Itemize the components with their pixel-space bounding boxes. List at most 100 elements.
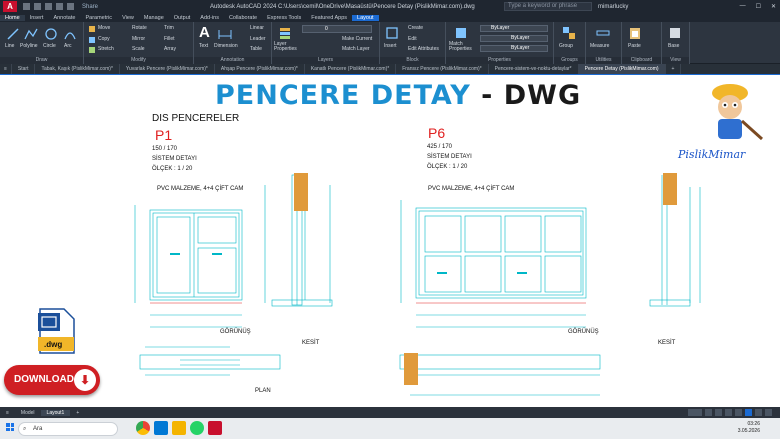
- polar-icon[interactable]: [725, 409, 732, 416]
- osnap-icon[interactable]: [735, 409, 742, 416]
- rotate-button[interactable]: Rotate: [132, 25, 147, 31]
- polyline-icon[interactable]: [24, 27, 38, 41]
- paper-space-icon[interactable]: [688, 409, 702, 416]
- tab-home[interactable]: Home: [0, 14, 25, 21]
- circle-button[interactable]: Circle: [43, 43, 56, 49]
- circle-icon[interactable]: [44, 27, 58, 41]
- redo-icon[interactable]: [67, 3, 74, 10]
- match-properties-button[interactable]: Match Properties: [449, 42, 475, 52]
- line-icon[interactable]: [6, 27, 20, 41]
- doc-tab[interactable]: Pencere-sistem-ve-noktu-detaylar*: [489, 64, 579, 74]
- taskbar-search-input[interactable]: ⌕ Ara: [18, 421, 118, 436]
- download-button[interactable]: DOWNLOAD ⬇: [4, 365, 100, 395]
- group-icon[interactable]: [562, 26, 576, 40]
- tab-collaborate[interactable]: Collaborate: [224, 15, 262, 21]
- system-clock[interactable]: 03:26 3.05.2026: [738, 421, 760, 435]
- whatsapp-icon[interactable]: [190, 421, 204, 435]
- stretch-button[interactable]: Stretch: [98, 46, 114, 52]
- trim-button[interactable]: Trim: [164, 25, 174, 31]
- layer-properties-icon[interactable]: [278, 26, 292, 40]
- add-layout-icon[interactable]: +: [70, 410, 85, 416]
- paste-icon[interactable]: [628, 26, 642, 40]
- open-icon[interactable]: [34, 3, 41, 10]
- tab-layout1[interactable]: Layout1: [40, 409, 71, 416]
- doc-tab[interactable]: Kanatlı Pencere (PislikMimar.com)*: [305, 64, 397, 74]
- block-panel-title[interactable]: Block: [380, 57, 445, 64]
- doc-tab[interactable]: Ahşap Pencere (PislikMimar.com)*: [215, 64, 305, 74]
- share-button[interactable]: Share: [82, 4, 98, 10]
- explorer-icon[interactable]: [172, 421, 186, 435]
- doc-tab[interactable]: Fransız Pencere (PislikMimar.com)*: [396, 64, 489, 74]
- dimension-button[interactable]: Dimension: [214, 43, 238, 49]
- edit-attributes-button[interactable]: Edit Attributes: [408, 46, 439, 52]
- view-panel-title[interactable]: View: [662, 57, 689, 64]
- tab-annotate[interactable]: Annotate: [48, 15, 80, 21]
- edge-icon[interactable]: [154, 421, 168, 435]
- copy-button[interactable]: Copy: [98, 36, 110, 42]
- text-button[interactable]: Text: [199, 43, 208, 49]
- tab-output[interactable]: Output: [169, 15, 196, 21]
- text-icon[interactable]: A: [199, 24, 210, 41]
- match-properties-icon[interactable]: [454, 26, 468, 40]
- properties-panel-title[interactable]: Properties: [446, 57, 553, 64]
- tab-parametric[interactable]: Parametric: [80, 15, 117, 21]
- table-button[interactable]: Table: [250, 46, 262, 52]
- user-account[interactable]: mimarlucky: [598, 4, 628, 10]
- menu-icon[interactable]: ≡: [0, 410, 15, 416]
- insert-button[interactable]: Insert: [384, 43, 397, 49]
- create-block-button[interactable]: Create: [408, 25, 423, 31]
- tab-addins[interactable]: Add-ins: [195, 15, 224, 21]
- lineweight-dropdown[interactable]: ByLayer: [480, 45, 548, 52]
- maximize-icon[interactable]: ☐: [756, 3, 761, 10]
- line-button[interactable]: Line: [5, 43, 14, 49]
- clipboard-panel-title[interactable]: Clipboard: [622, 57, 661, 64]
- drawing-canvas[interactable]: PENCERE DETAY - DWG DIS PENCERELER P1 15…: [0, 74, 780, 407]
- minimize-icon[interactable]: —: [740, 3, 746, 10]
- arc-icon[interactable]: [63, 27, 77, 41]
- edit-block-button[interactable]: Edit: [408, 36, 417, 42]
- tab-model[interactable]: Model: [15, 410, 41, 416]
- tab-insert[interactable]: Insert: [25, 15, 49, 21]
- scale-button[interactable]: Scale: [132, 46, 145, 52]
- customize-icon[interactable]: [765, 409, 772, 416]
- group-button[interactable]: Group: [559, 43, 573, 49]
- ortho-icon[interactable]: [715, 409, 722, 416]
- arc-button[interactable]: Arc: [64, 43, 72, 49]
- paste-button[interactable]: Paste: [628, 43, 641, 49]
- base-icon[interactable]: [668, 26, 682, 40]
- windows-start-icon[interactable]: [6, 423, 14, 431]
- linear-button[interactable]: Linear: [250, 25, 264, 31]
- modify-panel-title[interactable]: Modify: [84, 57, 193, 64]
- close-icon[interactable]: ✕: [771, 3, 776, 10]
- draw-panel-title[interactable]: Draw: [0, 57, 83, 64]
- match-layer-button[interactable]: Match Layer: [342, 46, 370, 52]
- annotation-scale-icon[interactable]: [745, 409, 752, 416]
- layer-dropdown[interactable]: 0: [302, 25, 372, 33]
- color-dropdown[interactable]: ByLayer: [480, 25, 548, 32]
- chrome-icon[interactable]: [136, 421, 150, 435]
- polyline-button[interactable]: Polyline: [20, 43, 38, 49]
- linetype-dropdown[interactable]: ByLayer: [480, 35, 548, 42]
- base-button[interactable]: Base: [668, 43, 679, 49]
- measure-icon[interactable]: [596, 26, 610, 40]
- fillet-button[interactable]: Fillet: [164, 36, 175, 42]
- annotation-panel-title[interactable]: Annotation: [194, 57, 271, 64]
- insert-icon[interactable]: [385, 26, 399, 40]
- measure-button[interactable]: Measure: [590, 43, 609, 49]
- array-button[interactable]: Array: [164, 46, 176, 52]
- tab-express-tools[interactable]: Express Tools: [262, 15, 306, 21]
- save-icon[interactable]: [45, 3, 52, 10]
- new-tab-icon[interactable]: +: [666, 64, 682, 74]
- undo-icon[interactable]: [56, 3, 63, 10]
- mirror-button[interactable]: Mirror: [132, 36, 145, 42]
- doc-tab-active[interactable]: Pencere Detay (PislikMimar.com): [578, 64, 666, 74]
- doc-tab[interactable]: Tabak, Kaşık (PislikMimar.com)*: [35, 64, 120, 74]
- groups-panel-title[interactable]: Groups: [554, 57, 585, 64]
- workspace-icon[interactable]: [755, 409, 762, 416]
- tab-view[interactable]: View: [117, 15, 139, 21]
- tab-layout[interactable]: Layout: [352, 14, 379, 21]
- dimension-icon[interactable]: [218, 26, 232, 40]
- layer-properties-button[interactable]: Layer Properties: [274, 42, 298, 52]
- make-current-button[interactable]: Make Current: [342, 36, 372, 42]
- doc-tab-start[interactable]: Start: [12, 64, 36, 74]
